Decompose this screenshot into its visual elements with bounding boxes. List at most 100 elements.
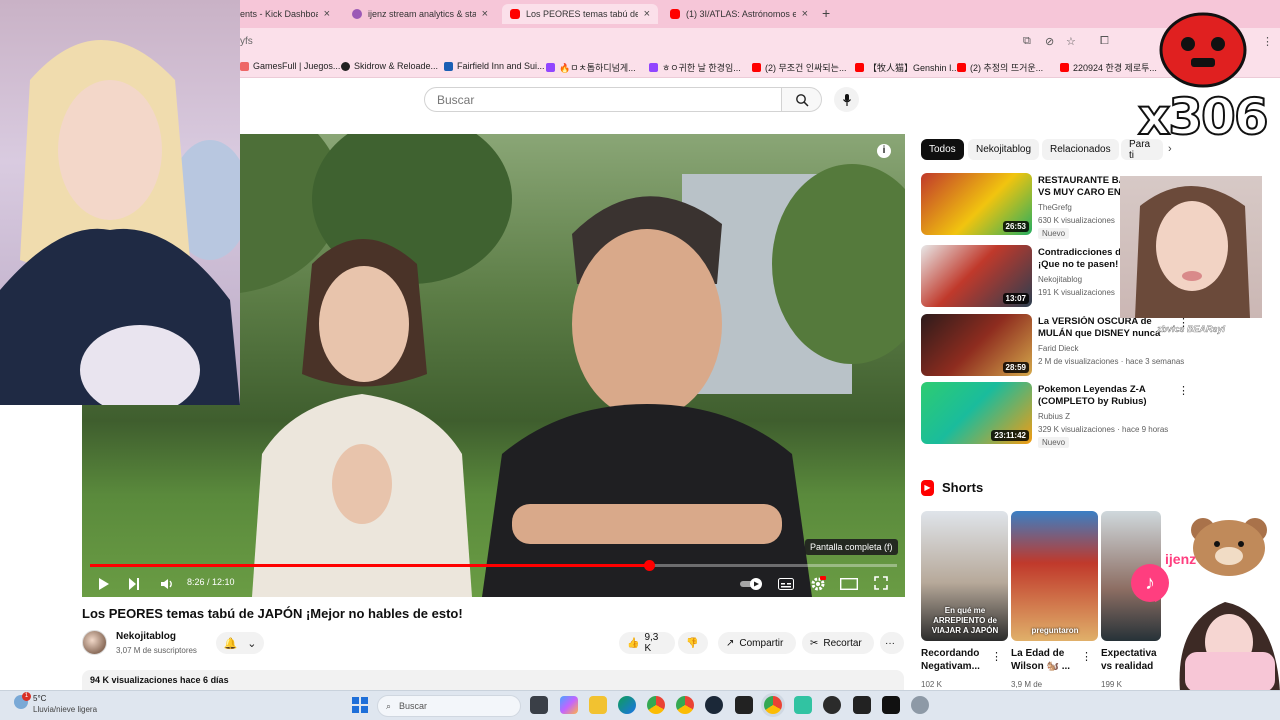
bookmark-twitch-2[interactable]: ㅎㅇ귀한 날 한경임... bbox=[649, 61, 741, 74]
bookmark-twitch-1[interactable]: 🔥ㅁㅊ톱하디넘게... bbox=[546, 61, 636, 74]
autoplay-toggle-icon[interactable] bbox=[740, 578, 764, 590]
video-thumbnail[interactable]: 28:59 bbox=[921, 314, 1032, 376]
recommendation-item[interactable]: 23:11:42 Pokemon Leyendas Z-A (COMPLETO … bbox=[921, 382, 1191, 448]
share-button[interactable]: ↗ Compartir bbox=[718, 632, 796, 654]
next-icon[interactable] bbox=[128, 577, 140, 591]
star-icon[interactable]: ☆ bbox=[1066, 35, 1076, 48]
bookmark-fairfield[interactable]: Fairfield Inn and Sui... bbox=[444, 61, 545, 71]
recommendation-channel[interactable]: Nekojitablog bbox=[1038, 275, 1082, 284]
obs-icon[interactable] bbox=[823, 696, 841, 714]
play-icon[interactable] bbox=[98, 577, 110, 591]
capcut-icon[interactable] bbox=[735, 696, 753, 714]
info-icon[interactable]: i bbox=[877, 144, 891, 158]
recommendation-meta: 329 K visualizaciones · hace 9 horas bbox=[1038, 425, 1169, 434]
duration-badge: 28:59 bbox=[1002, 362, 1029, 373]
close-icon[interactable]: × bbox=[476, 8, 488, 20]
video-thumbnail[interactable]: 26:53 bbox=[921, 173, 1032, 235]
bell-icon: 🔔 bbox=[223, 637, 238, 650]
url-field[interactable]: yfs bbox=[240, 36, 253, 47]
video-thumbnail[interactable]: 13:07 bbox=[921, 245, 1032, 307]
search-box bbox=[424, 87, 782, 112]
bookmark-icon bbox=[240, 61, 249, 71]
chip-relacionados[interactable]: Relacionados bbox=[1042, 139, 1119, 160]
more-vert-icon[interactable]: ⋮ bbox=[1178, 384, 1189, 397]
more-vert-icon[interactable]: ⋮ bbox=[991, 650, 1002, 663]
close-icon[interactable]: × bbox=[318, 8, 330, 20]
weather-temperature[interactable]: 5°C bbox=[33, 694, 46, 703]
streamlabs-icon[interactable] bbox=[794, 696, 812, 714]
file-explorer-icon[interactable] bbox=[589, 696, 607, 714]
clip-label: Recortar bbox=[823, 637, 862, 649]
tab-label: ents - Kick Dashboard bbox=[240, 9, 318, 19]
video-title: Los PEORES temas tabú de JAPÓN ¡Mejor no… bbox=[82, 606, 463, 621]
task-view-icon[interactable] bbox=[530, 696, 548, 714]
edge-icon[interactable] bbox=[618, 696, 636, 714]
volume-icon[interactable] bbox=[160, 577, 174, 591]
video-person-man bbox=[482, 196, 812, 597]
progress-fill bbox=[90, 564, 650, 567]
epic-launcher-icon[interactable] bbox=[882, 696, 900, 714]
share-label: Compartir bbox=[739, 637, 784, 649]
channel-avatar[interactable] bbox=[82, 630, 107, 655]
chrome-icon[interactable] bbox=[647, 696, 665, 714]
search-input[interactable] bbox=[425, 88, 765, 111]
notifications-button[interactable]: 🔔 ⌄ bbox=[216, 632, 264, 654]
fullscreen-icon[interactable] bbox=[874, 576, 888, 590]
extensions-icon[interactable]: ⧠ bbox=[1100, 35, 1109, 48]
install-icon[interactable]: ⧉ bbox=[1023, 35, 1031, 48]
search-button[interactable] bbox=[781, 87, 822, 112]
bookmark-label: 🔥ㅁㅊ톱하디넘게... bbox=[559, 63, 636, 73]
short-title[interactable]: Expectativa vs realidad bbox=[1101, 647, 1161, 673]
more-vert-icon[interactable]: ⋮ bbox=[1081, 650, 1092, 663]
dislike-button[interactable]: 👎 bbox=[678, 632, 708, 654]
tab-stream-analytics[interactable]: ijenz stream analytics & stats b × bbox=[344, 4, 496, 24]
steam-icon[interactable] bbox=[705, 696, 723, 714]
settings-gear-icon[interactable] bbox=[911, 696, 929, 714]
bookmark-icon bbox=[341, 61, 350, 71]
chip-todos[interactable]: Todos bbox=[921, 139, 964, 160]
recommendation-title[interactable]: La VERSIÓN OSCURA de MULÁN que DISNEY nu… bbox=[1038, 316, 1163, 342]
voice-search-button[interactable] bbox=[834, 87, 859, 112]
taskbar-search-label: Buscar bbox=[399, 701, 428, 711]
bookmark-youtube-1[interactable]: (2) 무조건 인싸되는... bbox=[752, 61, 846, 74]
menu-icon[interactable]: ⋮ bbox=[1262, 35, 1273, 48]
tracking-off-icon[interactable]: ⊘ bbox=[1045, 35, 1054, 48]
channel-name[interactable]: Nekojitablog bbox=[116, 631, 176, 642]
chip-nekojitablog[interactable]: Nekojitablog bbox=[968, 139, 1040, 160]
tab-youtube-video[interactable]: Los PEORES temas tabú de JAPÓ × bbox=[502, 4, 658, 24]
bookmark-youtube-2[interactable]: 【牧人猫】Genshin I... bbox=[855, 61, 959, 74]
copilot-icon[interactable] bbox=[560, 696, 578, 714]
new-badge: Nuevo bbox=[1038, 437, 1070, 448]
settings-gear-icon[interactable] bbox=[810, 576, 826, 592]
recommendation-item[interactable]: 28:59 La VERSIÓN OSCURA de MULÁN que DIS… bbox=[921, 314, 1191, 378]
tab-kick-dashboard[interactable]: ents - Kick Dashboard × bbox=[232, 4, 338, 24]
bookmark-skidrow[interactable]: Skidrow & Reloade... bbox=[341, 61, 438, 71]
weather-description[interactable]: Lluvia/nieve ligera bbox=[33, 705, 97, 714]
new-tab-button[interactable]: + bbox=[822, 5, 830, 21]
start-button[interactable] bbox=[352, 697, 368, 713]
progress-bar[interactable] bbox=[90, 560, 897, 571]
bookmark-youtube-3[interactable]: (2) 추정의 뜨거운... bbox=[957, 61, 1043, 74]
taskbar-search[interactable]: ⌕ Buscar bbox=[377, 695, 521, 717]
recommendation-channel[interactable]: Farid Dieck bbox=[1038, 344, 1078, 353]
short-thumbnail[interactable]: En qué me ARREPIENTO de VIAJAR A JAPÓN bbox=[921, 511, 1008, 641]
chrome-active-icon[interactable] bbox=[764, 696, 782, 714]
bookmark-gamesfull[interactable]: GamesFull | Juegos... bbox=[240, 61, 340, 71]
clip-button[interactable]: ✂ Recortar bbox=[802, 632, 874, 654]
recommendation-channel[interactable]: TheGrefg bbox=[1038, 203, 1072, 212]
short-thumbnail[interactable]: preguntaron bbox=[1011, 511, 1098, 641]
recommendation-channel[interactable]: Rubius Z bbox=[1038, 412, 1070, 421]
subtitles-icon[interactable] bbox=[778, 578, 794, 590]
like-button[interactable]: 👍 9,3 K bbox=[619, 632, 675, 654]
tab-atlas-video[interactable]: (1) 3I/ATLAS: Astrónomos encu × bbox=[662, 4, 816, 24]
video-thumbnail[interactable]: 23:11:42 bbox=[921, 382, 1032, 444]
close-icon[interactable]: × bbox=[638, 8, 650, 20]
close-icon[interactable]: × bbox=[796, 8, 808, 20]
bookmark-youtube-4[interactable]: 220924 한경 제로투... bbox=[1060, 61, 1157, 74]
epic-games-icon[interactable] bbox=[853, 696, 871, 714]
more-actions-button[interactable]: ··· bbox=[880, 632, 904, 654]
recommendation-title[interactable]: Pokemon Leyendas Z-A (COMPLETO by Rubius… bbox=[1038, 384, 1163, 408]
chrome-profile-icon[interactable] bbox=[676, 696, 694, 714]
windows-logo-icon bbox=[352, 706, 359, 713]
theater-mode-icon[interactable] bbox=[840, 578, 858, 590]
